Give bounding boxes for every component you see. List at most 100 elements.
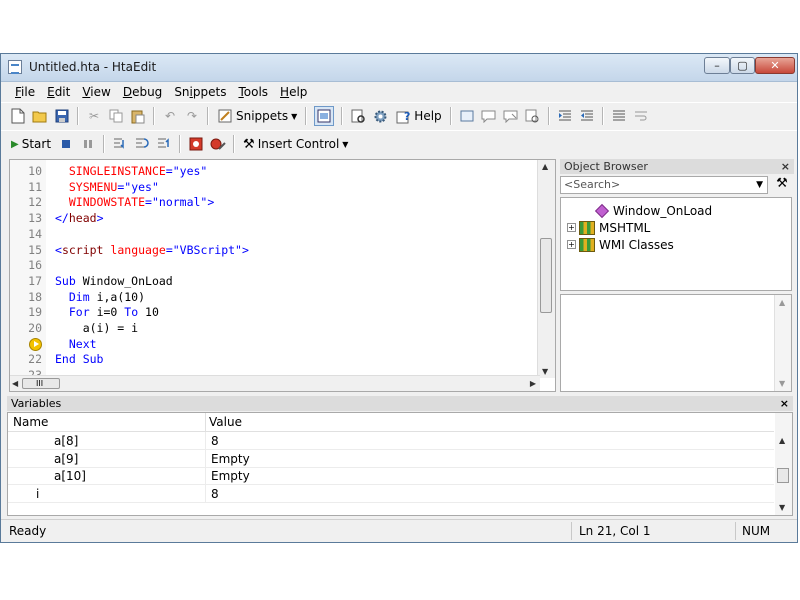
tree-item-window-onload[interactable]: Window_OnLoad <box>567 202 712 219</box>
preview-icon[interactable] <box>350 108 366 124</box>
app-icon[interactable] <box>8 60 22 74</box>
wrap-icon[interactable] <box>633 108 649 124</box>
code-line[interactable]: 15 <script language="VBScript"> <box>10 243 540 259</box>
menu-tools[interactable]: Tools <box>232 82 274 101</box>
code-line[interactable]: 11 SYSMENU="yes" <box>10 180 540 196</box>
menu-file[interactable]: File <box>9 82 41 101</box>
code-line[interactable]: 13 </head> <box>10 211 540 227</box>
table-row[interactable]: a[10] Empty <box>8 467 774 485</box>
description-scrollbar[interactable]: ▲ ▼ <box>774 295 791 391</box>
design-view-icon[interactable] <box>314 106 335 126</box>
toolbar-separator <box>207 107 209 125</box>
redo-icon[interactable]: ↷ <box>184 108 200 124</box>
code-line[interactable]: 14 <box>10 227 540 243</box>
new-file-icon[interactable] <box>10 108 26 124</box>
variable-name: a[8] <box>54 434 79 448</box>
object-search-combo[interactable]: <Search> ▼ <box>560 176 768 194</box>
chevron-down-icon: ▼ <box>342 139 349 149</box>
expand-icon[interactable]: + <box>567 240 576 249</box>
variables-scrollbar[interactable]: ▲ ▼ <box>775 413 792 515</box>
code-token: > <box>242 242 249 257</box>
copy-icon[interactable] <box>108 108 124 124</box>
title-bar[interactable]: Untitled.hta - HtaEdit – ▢ ✕ <box>1 54 797 82</box>
code-line[interactable]: 22 End Sub <box>10 352 540 368</box>
menu-help[interactable]: Help <box>274 82 313 101</box>
step-out-icon[interactable] <box>156 136 172 152</box>
table-row[interactable]: a[8] 8 <box>8 432 774 450</box>
close-icon[interactable]: × <box>780 396 789 411</box>
maximize-button[interactable]: ▢ <box>730 57 755 74</box>
scroll-up-arrow-icon[interactable]: ▲ <box>542 162 548 171</box>
snippets-dropdown[interactable]: Snippets ▼ <box>217 108 297 124</box>
close-icon[interactable]: × <box>781 159 790 174</box>
code-line[interactable]: 18 Dim i,a(10) <box>10 290 540 306</box>
outdent-icon[interactable] <box>579 108 595 124</box>
step-over-icon[interactable] <box>134 136 150 152</box>
scrollbar-thumb[interactable] <box>777 468 789 483</box>
scroll-right-arrow-icon[interactable]: ▶ <box>530 379 536 388</box>
find-icon[interactable] <box>525 108 541 124</box>
scrollbar-thumb[interactable]: III <box>22 378 60 389</box>
stop-icon[interactable] <box>58 136 74 152</box>
insert-control-dropdown[interactable]: ⚒ Insert Control ▼ <box>243 137 348 152</box>
cut-icon[interactable]: ✂ <box>86 108 102 124</box>
comment-icon[interactable] <box>481 108 497 124</box>
close-window-button[interactable]: ✕ <box>755 57 795 74</box>
expand-icon[interactable]: + <box>567 223 576 232</box>
pause-icon[interactable] <box>80 136 96 152</box>
align-list-icon[interactable] <box>611 108 627 124</box>
scroll-up-arrow-icon[interactable]: ▲ <box>779 436 785 445</box>
column-header-name[interactable]: Name <box>13 415 48 429</box>
minimize-button[interactable]: – <box>704 57 730 74</box>
column-header-value[interactable]: Value <box>209 415 242 429</box>
editor-vertical-scrollbar[interactable]: ▲ ▼ <box>537 160 555 378</box>
window-icon[interactable] <box>459 108 475 124</box>
code-text: SINGLEINSTANCE="yes" <box>55 164 208 178</box>
scroll-down-arrow-icon[interactable]: ▼ <box>779 503 785 512</box>
code-token: Dim <box>68 289 90 304</box>
settings-gear-icon[interactable] <box>372 108 388 124</box>
tools-icon: ⚒ <box>243 136 255 152</box>
save-icon[interactable] <box>54 108 70 124</box>
indent-icon[interactable] <box>557 108 573 124</box>
start-button[interactable]: ▶ Start <box>11 137 51 151</box>
code-editor[interactable]: 10 SINGLEINSTANCE="yes" 11 SYSMENU="yes" 1… <box>9 159 556 392</box>
paste-icon[interactable] <box>130 108 146 124</box>
scroll-down-arrow-icon[interactable]: ▼ <box>542 367 548 376</box>
tree-item-mshtml[interactable]: + MSHTML <box>567 219 650 236</box>
undo-icon[interactable]: ↶ <box>162 108 178 124</box>
code-line[interactable]: 10 SINGLEINSTANCE="yes" <box>10 164 540 180</box>
table-row[interactable]: i8 <box>8 484 774 503</box>
object-browser-tools-icon[interactable]: ⚒ <box>773 176 791 194</box>
menu-debug[interactable]: Debug <box>117 82 168 101</box>
chevron-down-icon[interactable]: ▼ <box>756 177 763 193</box>
code-line[interactable]: Next <box>10 337 540 353</box>
editor-horizontal-scrollbar[interactable]: ◀ III ▶ <box>10 375 540 391</box>
code-text: SYSMENU="yes" <box>55 180 159 194</box>
step-into-icon[interactable] <box>112 136 128 152</box>
code-line[interactable]: 12 WINDOWSTATE="normal"> <box>10 195 540 211</box>
column-divider[interactable] <box>205 413 206 431</box>
clear-breakpoints-icon[interactable] <box>210 136 226 152</box>
menu-edit[interactable]: Edit <box>41 82 76 101</box>
scroll-down-arrow-icon[interactable]: ▼ <box>779 379 785 388</box>
scroll-left-arrow-icon[interactable]: ◀ <box>12 379 18 388</box>
toggle-breakpoint-icon[interactable] <box>188 136 204 152</box>
code-text: <script language="VBScript"> <box>55 243 249 257</box>
tree-item-wmi-classes[interactable]: + WMI Classes <box>567 236 674 253</box>
help-button[interactable]: ? Help <box>395 108 442 124</box>
menu-view[interactable]: View <box>76 82 116 101</box>
code-line[interactable]: 20 a(i) = i <box>10 321 540 337</box>
scrollbar-thumb[interactable] <box>540 238 552 313</box>
code-line[interactable]: 19 For i=0 To 10 <box>10 305 540 321</box>
open-folder-icon[interactable] <box>32 108 48 124</box>
table-row[interactable]: a[9] Empty <box>8 449 774 468</box>
menu-snippets[interactable]: Snippets <box>168 82 232 101</box>
code-text: Next <box>55 337 97 351</box>
code-line[interactable]: 17 Sub Window_OnLoad <box>10 274 540 290</box>
code-line[interactable]: 16 <box>10 258 540 274</box>
object-tree[interactable]: Window_OnLoad + MSHTML + WMI Classes <box>560 197 792 291</box>
library-icon <box>579 220 595 235</box>
scroll-up-arrow-icon[interactable]: ▲ <box>779 298 785 307</box>
uncomment-icon[interactable] <box>503 108 519 124</box>
